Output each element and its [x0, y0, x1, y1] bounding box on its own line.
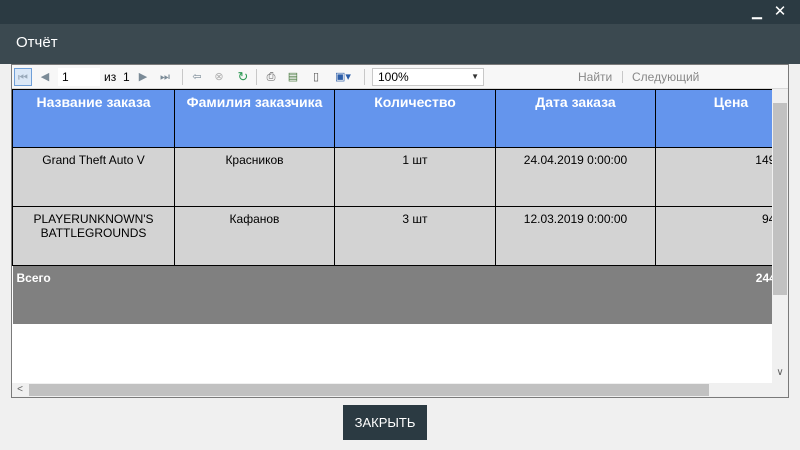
export-icon[interactable]: ▣▾ [330, 68, 356, 86]
cell-quantity: 1 шт [334, 147, 496, 207]
report-content: Название заказа Фамилия заказчика Количе… [12, 89, 772, 383]
toolbar-divider [256, 69, 257, 85]
find-next-link[interactable]: Следующий [632, 70, 699, 84]
report-toolbar: ⏮ ◀ из 1 ▶ ⏭ ⇦ ⊗ ↻ ⎙ ▤ ▯ ▣▾ 100% ▼ Найти… [12, 65, 788, 89]
total-value: 2448 [655, 265, 772, 324]
cell-customer: Кафанов [174, 206, 335, 266]
stop-icon[interactable]: ⊗ [210, 68, 228, 86]
back-icon[interactable]: ⇦ [188, 68, 206, 86]
scrollbar-corner [772, 383, 788, 397]
page-setup-icon[interactable]: ▯ [307, 68, 325, 86]
print-layout-icon[interactable]: ▤ [284, 68, 302, 86]
column-header-price: Цена [655, 89, 772, 148]
cell-price: 949 [655, 206, 772, 266]
report-viewer: ⏮ ◀ из 1 ▶ ⏭ ⇦ ⊗ ↻ ⎙ ▤ ▯ ▣▾ 100% ▼ Найти… [11, 64, 789, 398]
previous-page-icon[interactable]: ◀ [36, 68, 54, 86]
table-row: Grand Theft Auto V Красников 1 шт 24.04.… [12, 147, 772, 207]
total-spacer-cell [495, 265, 656, 324]
total-pages: 1 [123, 70, 130, 84]
total-spacer-cell [334, 265, 496, 324]
total-label: Всего [12, 265, 175, 324]
last-page-icon[interactable]: ⏭ [156, 68, 174, 86]
orders-table: Название заказа Фамилия заказчика Количе… [12, 89, 772, 324]
scroll-left-icon[interactable]: < [12, 383, 28, 397]
vertical-scroll-thumb[interactable] [773, 103, 787, 295]
total-spacer-cell [174, 265, 335, 324]
table-row: PLAYERUNKNOWN'S BATTLEGROUNDS Кафанов 3 … [12, 206, 772, 266]
horizontal-scroll-thumb[interactable] [29, 384, 709, 396]
zoom-select[interactable]: 100% ▼ [372, 68, 484, 86]
toolbar-divider [622, 71, 623, 83]
toolbar-divider [182, 69, 183, 85]
close-button[interactable]: ЗАКРЫТЬ [343, 405, 427, 440]
vertical-scrollbar[interactable]: ∨ [772, 89, 788, 383]
cell-customer: Красников [174, 147, 335, 207]
toolbar-divider [364, 69, 365, 85]
total-row: Всего 2448 [12, 265, 772, 324]
column-header-quantity: Количество [334, 89, 496, 148]
dialog-header: Отчёт [0, 24, 800, 64]
scroll-down-icon[interactable]: ∨ [772, 365, 788, 381]
next-page-icon[interactable]: ▶ [134, 68, 152, 86]
cell-date: 12.03.2019 0:00:00 [495, 206, 656, 266]
find-link[interactable]: Найти [578, 70, 612, 84]
print-icon[interactable]: ⎙ [262, 68, 280, 86]
window-titlebar: ▁ ✕ [0, 0, 800, 24]
horizontal-scrollbar[interactable]: < [12, 383, 772, 397]
dialog-title: Отчёт [16, 34, 58, 51]
cell-date: 24.04.2019 0:00:00 [495, 147, 656, 207]
chevron-down-icon: ▼ [471, 72, 479, 81]
cell-quantity: 3 шт [334, 206, 496, 266]
cell-order-name: Grand Theft Auto V [12, 147, 175, 207]
column-header-customer: Фамилия заказчика [174, 89, 335, 148]
column-header-order-name: Название заказа [12, 89, 175, 148]
page-number-input[interactable] [58, 68, 100, 86]
cell-order-name: PLAYERUNKNOWN'S BATTLEGROUNDS [12, 206, 175, 266]
zoom-value: 100% [378, 70, 409, 84]
first-page-icon[interactable]: ⏮ [14, 68, 32, 86]
of-label: из [104, 70, 117, 84]
cell-price: 1499 [655, 147, 772, 207]
close-window-button[interactable]: ✕ [771, 3, 789, 21]
column-header-date: Дата заказа [495, 89, 656, 148]
minimize-button[interactable]: ▁ [748, 3, 766, 21]
refresh-icon[interactable]: ↻ [234, 68, 252, 86]
table-header-row: Название заказа Фамилия заказчика Количе… [12, 89, 772, 148]
